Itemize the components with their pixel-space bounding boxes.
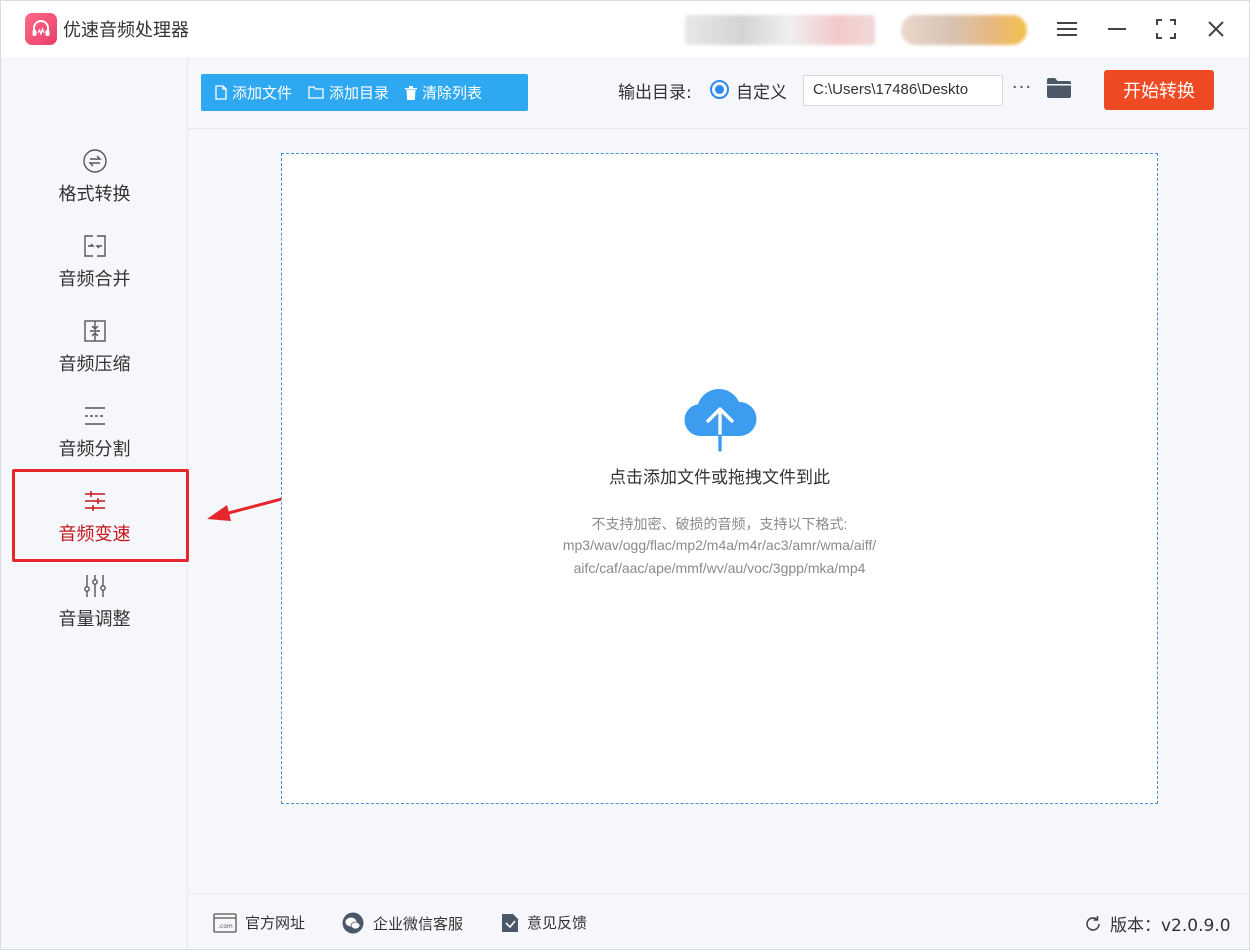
drop-zone-hint-line3: aifc/caf/aac/ape/mmf/wv/au/voc/3gpp/mka/… [573,560,866,576]
annotation-highlight-box [12,469,189,562]
compress-icon [82,318,108,344]
app-window: 优速音频处理器 格式转换 音频合并 音频压缩 音频分割 音频变速 音量调整 添加… [0,0,1250,950]
drop-zone-hint-line1: 不支持加密、破损的音频，支持以下格式: [591,516,848,532]
volume-sliders-icon [82,573,108,599]
split-icon [82,403,108,429]
wechat-icon [342,912,364,934]
app-title: 优速音频处理器 [63,20,189,41]
sidebar-item-audio-compress[interactable]: 音频压缩 [1,305,188,389]
trash-icon [405,85,418,100]
clear-list-button[interactable]: 清除列表 [399,74,488,111]
sidebar-item-label: 格式转换 [58,184,131,205]
output-path-field[interactable]: C:\Users\17486\Deskto [803,75,1003,106]
add-folder-button[interactable]: 添加目录 [302,74,395,111]
feedback-label: 意见反馈 [527,914,588,932]
file-button-group: 添加文件 添加目录 清除列表 [201,74,528,111]
folder-outline-icon [308,86,324,99]
add-folder-label: 添加目录 [329,84,390,102]
blurred-vip-badge [901,15,1027,45]
clear-list-label: 清除列表 [422,84,483,102]
app-logo-icon [25,13,57,45]
blurred-account-info [685,15,875,45]
open-folder-icon[interactable] [1046,77,1074,103]
refresh-icon [1086,915,1100,931]
sidebar-item-label: 音频压缩 [58,354,131,375]
website-icon: .com [213,912,237,933]
sidebar-item-label: 音频分割 [58,439,131,460]
close-icon[interactable] [1200,13,1232,45]
file-drop-zone[interactable]: 点击添加文件或拖拽文件到此 不支持加密、破损的音频，支持以下格式: mp3/wa… [281,153,1158,804]
official-website-link[interactable]: .com 官方网址 [213,912,305,933]
wechat-support-link[interactable]: 企业微信客服 [341,912,463,934]
wechat-support-label: 企业微信客服 [373,914,464,933]
maximize-icon[interactable] [1150,13,1182,45]
footer-bar: .com 官方网址 企业微信客服 意见反馈 版本：v2.0.9.0 [189,893,1249,949]
menu-icon[interactable] [1051,13,1083,45]
format-convert-icon [82,148,108,174]
title-bar: 优速音频处理器 [1,1,1249,57]
cloud-upload-icon [684,388,757,452]
drop-zone-hint-line2: mp3/wav/ogg/flac/mp2/m4a/m4r/ac3/amr/wma… [562,537,877,553]
merge-icon [82,233,108,259]
version-info[interactable]: 版本：v2.0.9.0 [1084,911,1231,936]
feedback-link[interactable]: 意见反馈 [501,912,587,933]
sidebar-item-format-convert[interactable]: 格式转换 [1,135,188,219]
sidebar-item-audio-merge[interactable]: 音频合并 [1,220,188,304]
custom-radio-label[interactable]: 自定义 [736,78,787,103]
start-convert-button[interactable]: 开始转换 [1104,70,1214,110]
sidebar-item-label: 音频合并 [58,269,131,290]
toolbar: 添加文件 添加目录 清除列表 输出目录: 自定义 C:\Users\17486\… [188,57,1249,129]
more-options-button[interactable]: ··· [1010,75,1034,105]
output-dir-label: 输出目录: [618,83,692,103]
feedback-icon [502,913,518,932]
drop-zone-title: 点击添加文件或拖拽文件到此 [609,468,830,488]
file-icon [215,85,227,100]
svg-text:.com: .com [218,923,233,930]
version-label: 版本：v2.0.9.0 [1110,916,1231,936]
add-file-label: 添加文件 [232,84,293,102]
custom-radio[interactable] [710,80,729,99]
sidebar-item-audio-split[interactable]: 音频分割 [1,390,188,474]
sidebar-item-label: 音量调整 [58,609,131,630]
sidebar-item-volume-adjust[interactable]: 音量调整 [1,560,188,644]
official-website-label: 官方网址 [245,914,306,932]
minimize-icon[interactable] [1101,13,1133,45]
add-file-button[interactable]: 添加文件 [209,74,298,111]
